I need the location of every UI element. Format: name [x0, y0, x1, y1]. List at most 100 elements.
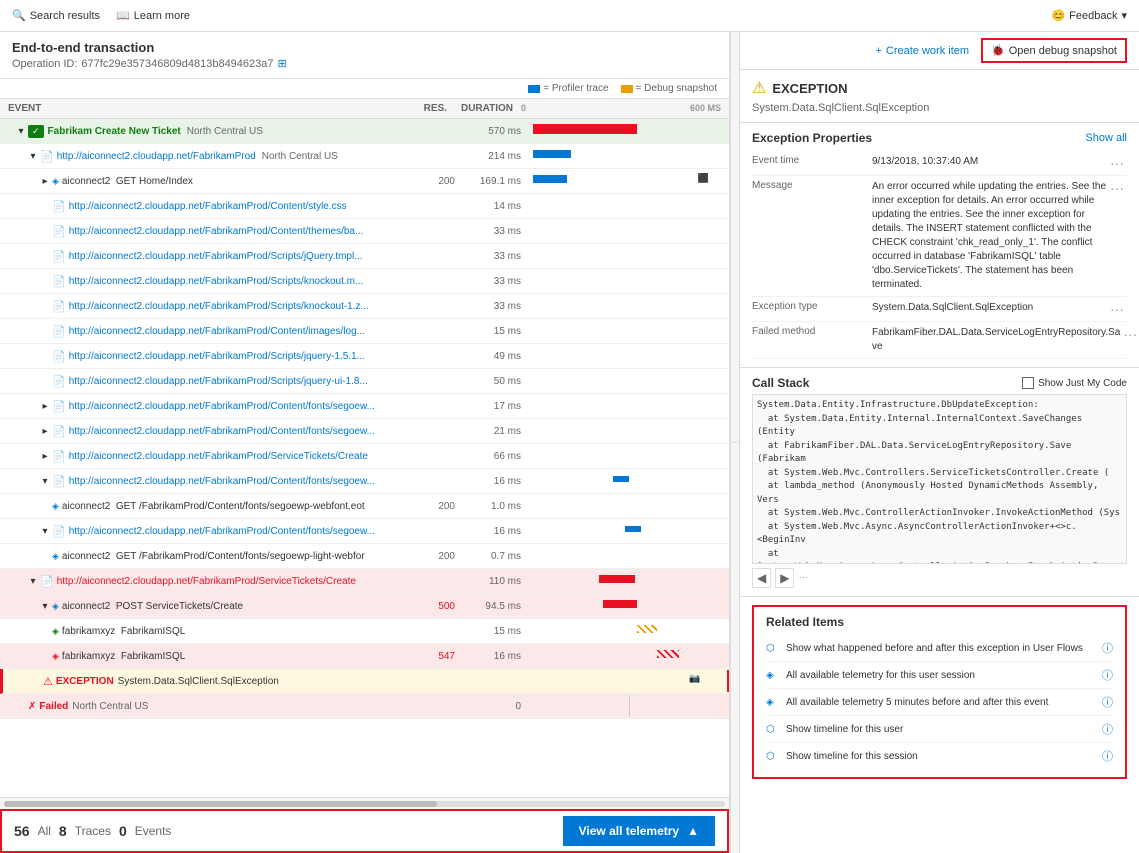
- table-row[interactable]: ▸ 📄 http://aiconnect2.cloudapp.net/Fabri…: [0, 394, 729, 419]
- event-bar-cell: [529, 195, 729, 217]
- table-row[interactable]: ▾ 📄 http://aiconnect2.cloudapp.net/Fabri…: [0, 469, 729, 494]
- show-just-my-code-toggle[interactable]: Show Just My Code: [1022, 377, 1127, 389]
- related-item-text: All available telemetry 5 minutes before…: [786, 697, 1048, 708]
- expand-icon[interactable]: ▾: [16, 126, 26, 136]
- event-dur: 49 ms: [459, 351, 529, 362]
- event-res: 200: [414, 176, 459, 187]
- scroll-thumb[interactable]: [4, 801, 437, 807]
- expand-icon[interactable]: ▾: [40, 601, 50, 611]
- event-label: EXCEPTION: [56, 676, 114, 687]
- feedback-btn[interactable]: 😊 Feedback ▾: [1051, 9, 1127, 22]
- expand-icon[interactable]: ▾: [40, 476, 50, 486]
- learn-more-btn[interactable]: 📖 Learn more: [116, 9, 190, 22]
- event-bar-cell: [529, 545, 729, 567]
- my-code-checkbox[interactable]: [1022, 377, 1034, 389]
- event-name: ◈ fabrikamxyz FabrikamISQL: [0, 651, 414, 662]
- expand-icon[interactable]: ▸: [40, 426, 50, 436]
- table-row[interactable]: 📄 http://aiconnect2.cloudapp.net/Fabrika…: [0, 194, 729, 219]
- table-row[interactable]: 📄 http://aiconnect2.cloudapp.net/Fabrika…: [0, 244, 729, 269]
- event-bar-cell: [529, 645, 729, 667]
- event-dur: 0: [459, 701, 529, 712]
- table-row[interactable]: ◈ fabrikamxyz FabrikamISQL 15 ms: [0, 619, 729, 644]
- table-row[interactable]: ▾ 📄 http://aiconnect2.cloudapp.net/Fabri…: [0, 569, 729, 594]
- callstack-text: System.Data.Entity.Infrastructure.DbUpda…: [757, 399, 1122, 413]
- event-bar-cell: [529, 245, 729, 267]
- table-row[interactable]: ▸ 📄 http://aiconnect2.cloudapp.net/Fabri…: [0, 444, 729, 469]
- event-table[interactable]: ▾ ✓ Fabrikam Create New Ticket North Cen…: [0, 119, 729, 797]
- table-row[interactable]: ◈ aiconnect2 GET /FabrikamProd/Content/f…: [0, 544, 729, 569]
- table-row[interactable]: ▾ 📄 http://aiconnect2.cloudapp.net/Fabri…: [0, 144, 729, 169]
- expand-icon[interactable]: ▾: [28, 576, 38, 586]
- event-dur: 16 ms: [459, 476, 529, 487]
- callstack-content[interactable]: System.Data.Entity.Infrastructure.DbUpda…: [752, 394, 1127, 564]
- related-item[interactable]: ◈ All available telemetry for this user …: [766, 662, 1113, 689]
- table-row[interactable]: 📄 http://aiconnect2.cloudapp.net/Fabrika…: [0, 319, 729, 344]
- table-row[interactable]: ◈ fabrikamxyz FabrikamISQL 547 16 ms: [0, 644, 729, 669]
- related-item[interactable]: ⬡ Show what happened before and after th…: [766, 635, 1113, 662]
- prop-more-btn[interactable]: ···: [1107, 301, 1127, 317]
- open-debug-snapshot-btn[interactable]: 🐞 Open debug snapshot: [981, 38, 1127, 63]
- table-row[interactable]: 📄 http://aiconnect2.cloudapp.net/Fabrika…: [0, 369, 729, 394]
- event-dur: 33 ms: [459, 226, 529, 237]
- scroll-track[interactable]: [4, 801, 725, 807]
- legend-profiler: = Profiler trace: [528, 83, 608, 94]
- file-icon: 📄: [52, 250, 66, 263]
- table-row[interactable]: ▸ 📄 http://aiconnect2.cloudapp.net/Fabri…: [0, 419, 729, 444]
- panel-separator[interactable]: ⋮: [730, 32, 740, 853]
- table-row[interactable]: ▸ ◈ aiconnect2 GET Home/Index 200 169.1 …: [0, 169, 729, 194]
- info-icon[interactable]: ⓘ: [1102, 640, 1113, 656]
- ai-icon: ◈: [52, 501, 59, 512]
- table-row[interactable]: ▾ ◈ aiconnect2 POST ServiceTickets/Creat…: [0, 594, 729, 619]
- exception-marker: [727, 670, 729, 692]
- table-row[interactable]: 📄 http://aiconnect2.cloudapp.net/Fabrika…: [0, 219, 729, 244]
- prop-more-btn[interactable]: ···: [1107, 155, 1127, 171]
- legend-debug-box: [621, 85, 633, 93]
- duration-bar: [533, 150, 571, 158]
- event-bar-cell: [529, 445, 729, 467]
- view-all-telemetry-button[interactable]: View all telemetry ▲: [563, 816, 715, 846]
- duration-bar: [657, 650, 679, 658]
- horizontal-scrollbar[interactable]: [0, 797, 729, 809]
- table-row[interactable]: 📄 http://aiconnect2.cloudapp.net/Fabrika…: [0, 344, 729, 369]
- expand-icon[interactable]: ▸: [40, 176, 50, 186]
- event-res: 500: [414, 601, 459, 612]
- info-icon[interactable]: ⓘ: [1102, 748, 1113, 764]
- create-work-item-btn[interactable]: + Create work item: [875, 45, 969, 57]
- table-row[interactable]: 📄 http://aiconnect2.cloudapp.net/Fabrika…: [0, 269, 729, 294]
- prop-more-btn[interactable]: ···: [1107, 180, 1127, 196]
- callstack-next-btn[interactable]: ▶: [775, 568, 794, 588]
- table-row[interactable]: ▾ 📄 http://aiconnect2.cloudapp.net/Fabri…: [0, 519, 729, 544]
- main-layout: End-to-end transaction Operation ID: 677…: [0, 32, 1139, 853]
- legend-profiler-box: [528, 85, 540, 93]
- table-row[interactable]: ▾ ✓ Fabrikam Create New Ticket North Cen…: [0, 119, 729, 144]
- event-name: ◈ aiconnect2 GET /FabrikamProd/Content/f…: [0, 501, 414, 512]
- info-icon[interactable]: ⓘ: [1102, 721, 1113, 737]
- expand-icon[interactable]: ▸: [40, 451, 50, 461]
- exception-type-label: System.Data.SqlClient.SqlException: [118, 676, 279, 687]
- table-row[interactable]: 📄 http://aiconnect2.cloudapp.net/Fabrika…: [0, 294, 729, 319]
- prop-more-btn[interactable]: ···: [1120, 326, 1139, 342]
- exception-properties-section: Exception Properties Show all Event time…: [740, 123, 1139, 368]
- related-item[interactable]: ⬡ Show timeline for this session ⓘ: [766, 743, 1113, 769]
- table-row[interactable]: ⚠ EXCEPTION System.Data.SqlClient.SqlExc…: [0, 669, 729, 694]
- table-row[interactable]: ◈ aiconnect2 GET /FabrikamProd/Content/f…: [0, 494, 729, 519]
- snapshot-icon[interactable]: 📷: [689, 673, 700, 684]
- profiler-icon[interactable]: ⬛: [698, 173, 709, 184]
- info-icon[interactable]: ⓘ: [1102, 694, 1113, 710]
- expand-icon[interactable]: ▾: [40, 526, 50, 536]
- grid-icon[interactable]: ⊞: [278, 57, 287, 70]
- search-results-btn[interactable]: 🔍 Search results: [12, 9, 100, 22]
- related-item[interactable]: ◈ All available telemetry 5 minutes befo…: [766, 689, 1113, 716]
- related-item[interactable]: ⬡ Show timeline for this user ⓘ: [766, 716, 1113, 743]
- expand-icon[interactable]: ▾: [28, 151, 38, 161]
- callstack-prev-btn[interactable]: ◀: [752, 568, 771, 588]
- callstack-line: at System.Web.Mvc.Async.AsyncControllerA…: [757, 548, 1122, 565]
- expand-icon[interactable]: ▸: [40, 401, 50, 411]
- status-badge: ✓: [28, 125, 44, 138]
- col-event-header: EVENT: [8, 103, 406, 114]
- exception-warning-icon: ⚠: [752, 78, 766, 98]
- info-icon[interactable]: ⓘ: [1102, 667, 1113, 683]
- show-all-link[interactable]: Show all: [1085, 132, 1127, 144]
- table-row[interactable]: ✗ Failed North Central US 0: [0, 694, 729, 719]
- ai-icon: ◈: [52, 551, 59, 562]
